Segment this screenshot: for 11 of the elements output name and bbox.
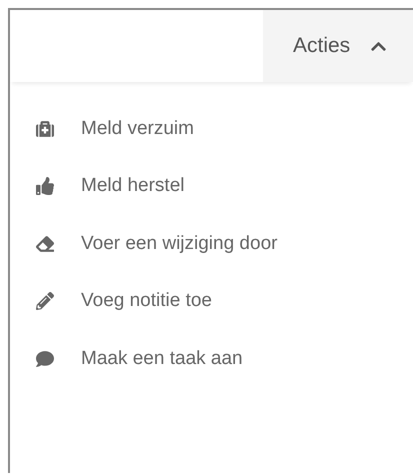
menu-item[interactable]: Meld herstel <box>10 158 413 215</box>
speech-bubble-icon <box>36 350 54 368</box>
medkit-icon <box>36 120 54 138</box>
menu-item[interactable]: Meld verzuim <box>10 100 413 158</box>
menu-item[interactable]: Voer een wijziging door <box>10 215 413 272</box>
menu-item[interactable]: Voeg notitie toe <box>10 272 413 330</box>
pencil-icon <box>36 292 54 310</box>
actions-menu-button[interactable]: Acties <box>263 10 413 82</box>
eraser-icon <box>36 234 54 253</box>
thumbs-up-icon <box>36 177 54 196</box>
menu-item[interactable]: Maak een taak aan <box>10 330 413 388</box>
